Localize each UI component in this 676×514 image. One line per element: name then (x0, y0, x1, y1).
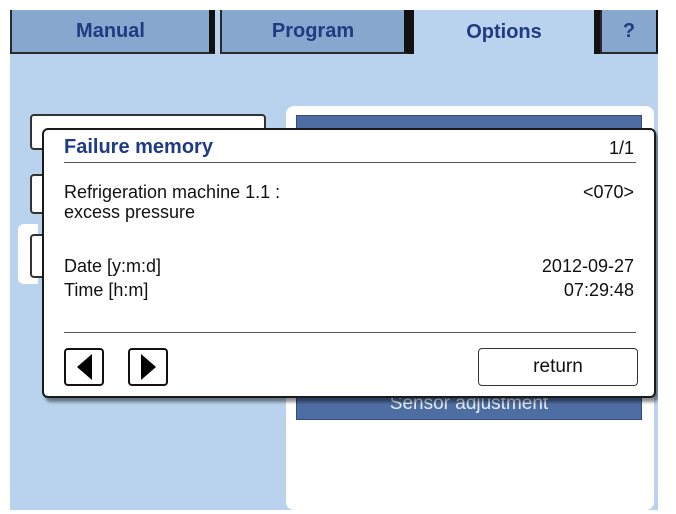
triangle-right-icon (140, 354, 156, 380)
tab-program[interactable]: Program (220, 10, 410, 54)
page-indicator: 1/1 (608, 138, 634, 158)
hmi-screen: Manual Program Options ? Sensor adjustme… (10, 10, 658, 510)
date-label: Date [y:m:d] (64, 256, 162, 276)
tab-options[interactable]: Options (410, 10, 600, 54)
failure-memory-dialog: Failure memory 1/1 Refrigeration machine… (42, 128, 656, 398)
tab-help[interactable]: ? (600, 10, 658, 54)
date-value: 2012-09-27 (541, 256, 634, 276)
failure-description: excess pressure (64, 202, 196, 222)
return-button[interactable]: return (478, 348, 638, 386)
failure-source: Refrigeration machine 1.1 : (64, 182, 281, 202)
failure-code: <070> (582, 182, 634, 202)
triangle-left-icon (76, 354, 92, 380)
time-value: 07:29:48 (563, 280, 634, 300)
time-label: Time [h:m] (64, 280, 149, 300)
return-label: return (533, 356, 583, 377)
previous-button[interactable] (64, 348, 104, 386)
next-button[interactable] (128, 348, 168, 386)
title-divider (64, 162, 636, 163)
tab-manual[interactable]: Manual (10, 10, 215, 54)
dialog-title: Failure memory (64, 136, 213, 158)
footer-divider (64, 332, 636, 333)
